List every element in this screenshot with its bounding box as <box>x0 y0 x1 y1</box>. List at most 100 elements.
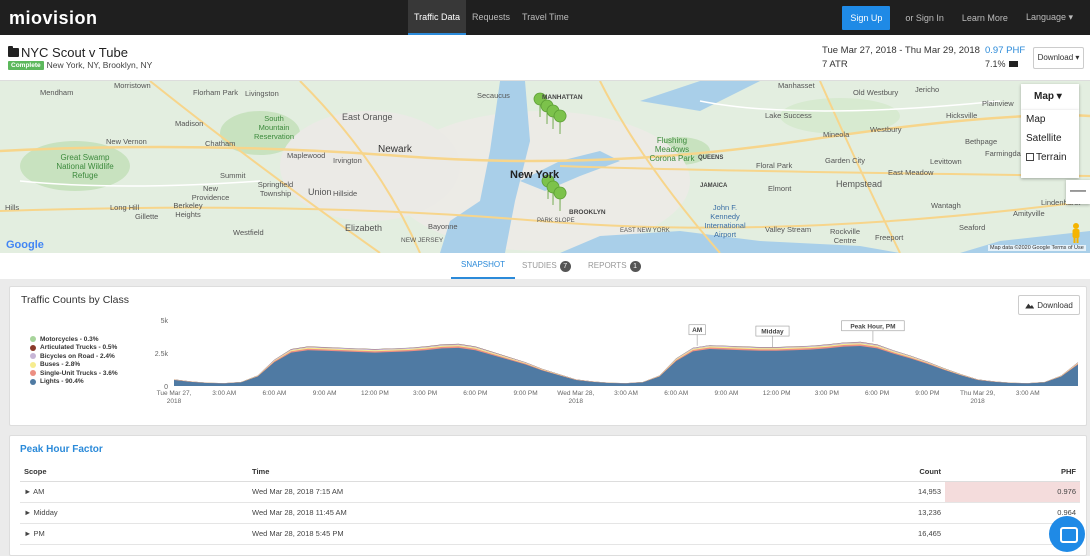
study-subtitle: Complete New York, NY, Brooklyn, NY <box>8 60 152 70</box>
map-label: QUEENS <box>698 155 724 161</box>
map-label: Hillside <box>333 189 358 198</box>
row-count: 16,465 <box>848 523 945 545</box>
map-label: Chatham <box>205 139 236 148</box>
map-menu-satellite[interactable]: Satellite <box>1021 129 1079 148</box>
map-label: Hicksville <box>946 111 978 120</box>
x-tick-label: 3:00 PM <box>413 390 437 397</box>
map-label: Westfield <box>233 228 264 237</box>
pegman-icon[interactable] <box>1069 222 1083 244</box>
map-label: Levittown <box>930 157 962 166</box>
download-dropdown[interactable]: Download ▾ <box>1033 47 1084 69</box>
map-label: EAST NEW YORK <box>620 228 670 234</box>
truck-percent-text: 7.1% <box>985 59 1006 69</box>
map-label: Irvington <box>333 156 362 165</box>
signup-button[interactable]: Sign Up <box>842 5 891 30</box>
map-label: Amityville <box>1013 209 1045 218</box>
x-tick-label: 2018 <box>569 398 584 405</box>
x-tick-label: 3:00 AM <box>614 390 638 397</box>
x-tick-label: Thu Mar 29, <box>960 390 995 397</box>
zoom-out-button[interactable]: — <box>1066 180 1090 204</box>
x-tick-label: Tue Mar 27, <box>157 390 192 397</box>
main-nav: Traffic Data Requests Travel Time <box>408 0 575 35</box>
annotation-label: AM <box>692 327 702 334</box>
col-scope: Scope <box>20 462 248 482</box>
terrain-checkbox[interactable] <box>1026 153 1034 162</box>
tab-reports[interactable]: REPORTS 1 <box>588 253 641 279</box>
map-label: Elizabeth <box>345 223 383 233</box>
map-label: JAMAICA <box>700 183 728 189</box>
annotation-label: Peak Hour, PM <box>850 323 895 330</box>
x-tick-label: 6:00 AM <box>664 390 688 397</box>
x-tick-label: 9:00 PM <box>513 390 537 397</box>
row-time: Wed Mar 28, 2018 5:45 PM <box>248 523 848 545</box>
map-label: BROOKLYN <box>569 209 606 216</box>
tab-label: SNAPSHOT <box>461 260 506 269</box>
table-row[interactable]: ► Midday Wed Mar 28, 2018 11:45 AM 13,23… <box>20 502 1080 524</box>
learn-more-link[interactable]: Learn More <box>953 13 1017 23</box>
language-dropdown[interactable]: Language ▾ <box>1017 12 1082 23</box>
signin-link[interactable]: or Sign In <box>896 13 953 23</box>
phf-header-row: Scope Time Count PHF <box>20 462 1080 482</box>
table-row[interactable]: ► PM Wed Mar 28, 2018 5:45 PM 16,465 <box>20 523 1080 545</box>
atr-count: 7 ATR <box>822 59 848 70</box>
row-scope[interactable]: ► AM <box>20 481 248 503</box>
nav-traffic-data[interactable]: Traffic Data <box>408 0 467 35</box>
tab-studies[interactable]: STUDIES 7 <box>522 253 571 279</box>
map-label: Wantagh <box>931 201 961 210</box>
tab-label: STUDIES <box>522 261 557 270</box>
map-type-button[interactable]: Map ▾ <box>1021 84 1079 110</box>
map-menu-map[interactable]: Map <box>1021 110 1079 129</box>
map-label: Plainview <box>982 99 1014 108</box>
map-label: Mendham <box>40 88 74 97</box>
map-label: Gillette <box>135 212 159 221</box>
study-title: NYC Scout v Tube <box>8 45 128 60</box>
map-label: Manhasset <box>778 81 815 90</box>
map-label: Madison <box>175 119 204 128</box>
map-label: Westbury <box>870 125 902 134</box>
miovision-logo[interactable]: miovision <box>9 8 98 29</box>
truck-percent: 7.1% <box>985 59 1018 69</box>
nav-requests[interactable]: Requests <box>466 0 516 35</box>
map-type-menu: Map Satellite Terrain <box>1021 110 1079 178</box>
area-series-lights <box>174 346 1078 386</box>
map-background <box>0 81 1090 253</box>
map-menu-terrain[interactable]: Terrain <box>1021 148 1079 167</box>
x-tick-label: 9:00 AM <box>313 390 337 397</box>
row-time: Wed Mar 28, 2018 7:15 AM <box>248 481 848 503</box>
study-location: New York, NY, Brooklyn, NY <box>46 60 153 70</box>
nav-right: Sign Up or Sign In Learn More Language ▾ <box>842 0 1082 35</box>
map-label: Garden City <box>825 156 866 165</box>
table-row[interactable]: ► AM Wed Mar 28, 2018 7:15 AM 14,953 0.9… <box>20 481 1080 503</box>
map-label: NEW JERSEY <box>401 237 444 244</box>
x-tick-label: 6:00 PM <box>463 390 487 397</box>
map-label: Livingston <box>245 89 279 98</box>
status-badge: Complete <box>8 60 44 70</box>
nav-travel-time[interactable]: Travel Time <box>516 0 575 35</box>
view-tabs: SNAPSHOT STUDIES 7 REPORTS 1 <box>0 253 1090 279</box>
phf-value[interactable]: 0.97 PHF <box>985 45 1025 56</box>
chat-button[interactable] <box>1049 516 1085 552</box>
x-tick-label: 9:00 AM <box>715 390 739 397</box>
x-tick-label: Wed Mar 28, <box>557 390 594 397</box>
map-label: Morristown <box>114 81 151 90</box>
x-tick-label: 3:00 PM <box>815 390 839 397</box>
terrain-label: Terrain <box>1036 152 1067 163</box>
tab-snapshot[interactable]: SNAPSHOT <box>451 253 516 279</box>
tab-label: REPORTS <box>588 261 627 270</box>
date-range: Tue Mar 27, 2018 - Thu Mar 29, 2018 <box>822 45 980 56</box>
map-label: Freeport <box>875 233 904 242</box>
map-label: South Mountain Reservation <box>253 114 295 141</box>
map-label: New Providence <box>191 184 230 202</box>
x-tick-label: 2018 <box>167 398 182 405</box>
google-logo: Google <box>6 239 44 251</box>
row-scope[interactable]: ► Midday <box>20 502 248 524</box>
map-label: Secaucus <box>477 91 510 100</box>
x-tick-label: 12:00 PM <box>763 390 791 397</box>
peak-hour-panel: Peak Hour Factor Scope Time Count PHF ► … <box>9 435 1087 556</box>
row-phf: 0.976 <box>945 481 1080 503</box>
map-attribution[interactable]: Map data ©2020 Google Terms of Use <box>988 245 1086 251</box>
map-view[interactable]: Morristown Florham Park Livingston East … <box>0 81 1090 253</box>
tab-count-badge: 1 <box>629 260 641 272</box>
row-scope[interactable]: ► PM <box>20 523 248 545</box>
map-label: Springfield Township <box>257 180 294 198</box>
